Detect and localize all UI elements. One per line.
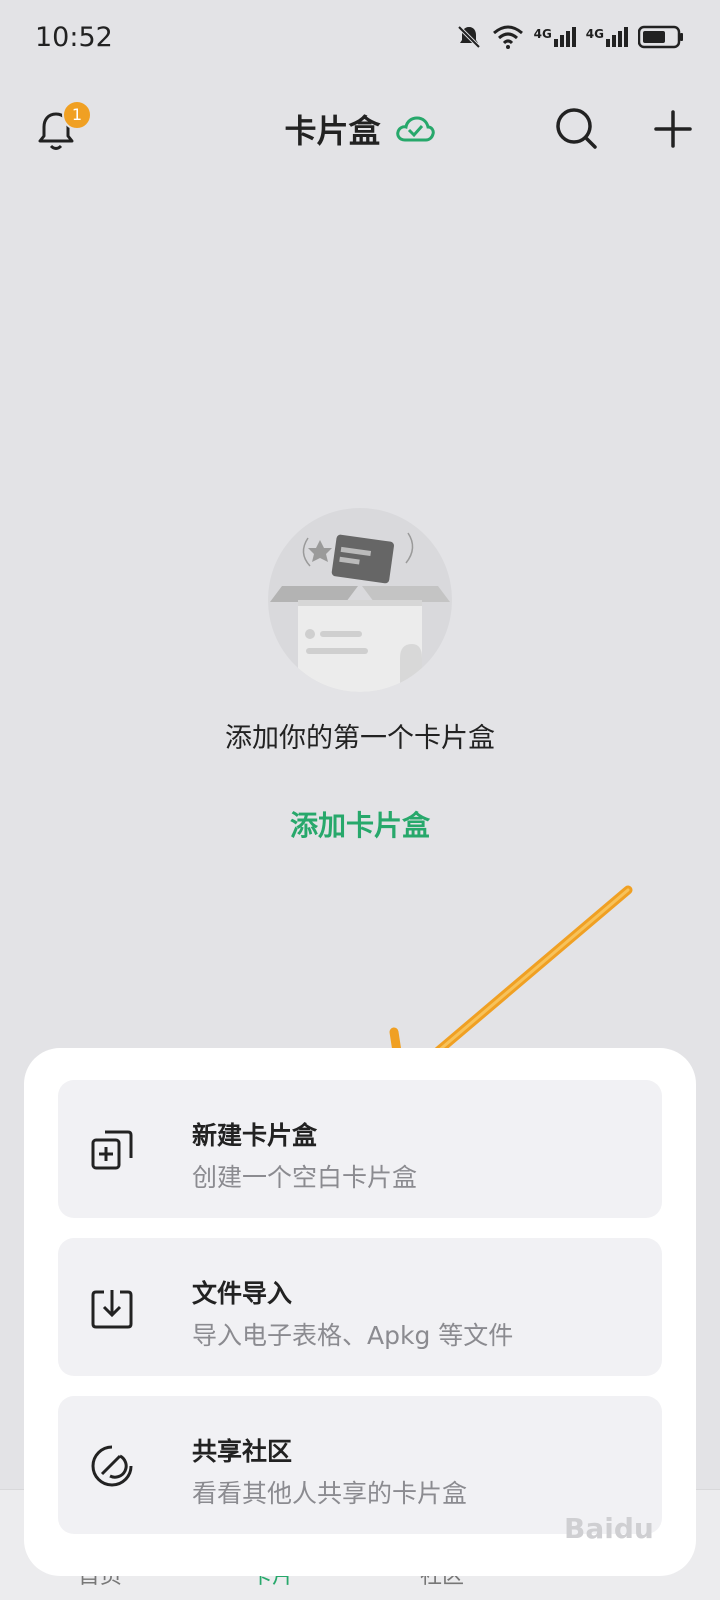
option-title: 新建卡片盒: [192, 1121, 318, 1150]
add-button[interactable]: [648, 104, 698, 154]
mute-bell-icon: [457, 25, 481, 49]
empty-message: 添加你的第一个卡片盒: [225, 723, 495, 754]
title-area: 卡片盒: [0, 106, 720, 152]
add-box-link[interactable]: 添加卡片盒: [0, 804, 720, 844]
top-bar: 1 卡片盒: [0, 96, 720, 166]
status-time: 10:52: [35, 22, 113, 53]
option-title: 共享社区: [192, 1437, 293, 1466]
watermark-logo: Baidu: [564, 1512, 654, 1545]
option-subtitle: 创建一个空白卡片盒: [192, 1163, 418, 1192]
battery-icon: [638, 25, 683, 49]
plus-icon: [654, 110, 692, 148]
page-title: 卡片盒: [284, 112, 381, 150]
network-1-label: 4G: [533, 27, 552, 41]
empty-box-illustration: [268, 508, 452, 692]
status-icons: 4G 4G: [456, 24, 684, 50]
search-icon: [556, 108, 597, 149]
svg-text:Baidu: Baidu: [564, 1512, 654, 1545]
search-button[interactable]: [552, 104, 602, 154]
cloud-synced-icon: [395, 116, 435, 142]
status-bar: 10:52 4G 4G: [0, 0, 720, 80]
open-box-icon: [270, 532, 450, 692]
signal-2-icon: 4G: [586, 27, 628, 47]
option-new-box[interactable]: 新建卡片盒 创建一个空白卡片盒: [58, 1080, 662, 1218]
option-subtitle: 看看其他人共享的卡片盒: [192, 1479, 468, 1508]
option-title: 文件导入: [192, 1279, 293, 1308]
import-icon: [91, 1290, 133, 1329]
community-icon: [91, 1445, 133, 1487]
new-box-icon: [91, 1130, 133, 1170]
network-2-label: 4G: [585, 27, 604, 41]
signal-1-icon: 4G: [534, 27, 576, 47]
wifi-icon: [492, 25, 523, 49]
option-subtitle: 导入电子表格、Apkg 等文件: [192, 1321, 514, 1350]
add-box-sheet: 新建卡片盒 创建一个空白卡片盒 文件导入 导入电子表格、Apkg 等文件 共享社…: [24, 1048, 696, 1576]
option-file-import[interactable]: 文件导入 导入电子表格、Apkg 等文件: [58, 1238, 662, 1376]
